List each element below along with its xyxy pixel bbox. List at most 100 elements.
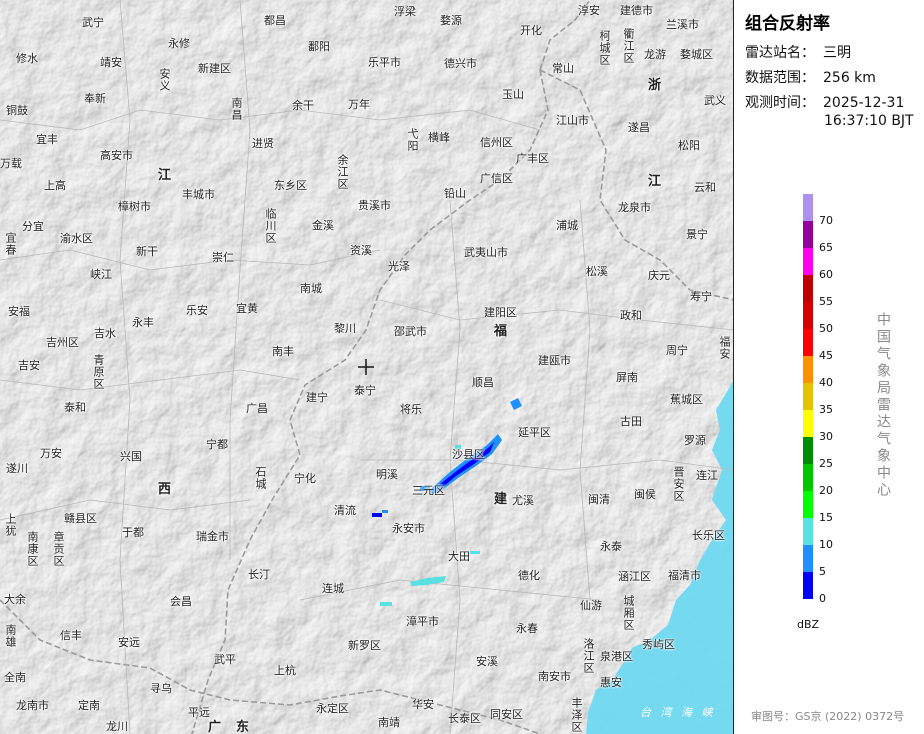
place-label: 德兴市 [444, 57, 477, 70]
place-label: 分宜 [22, 220, 44, 233]
place-label: 同安区 [490, 708, 523, 721]
place-label: 吉安 [18, 359, 40, 372]
place-label: 婺城区 [680, 48, 713, 61]
place-label: 樟树市 [118, 200, 151, 213]
place-label: 淳安 [578, 4, 600, 17]
place-label: 乐安 [186, 304, 208, 317]
province-label: 东 [236, 720, 250, 734]
place-label: 武夷山市 [464, 246, 508, 259]
legend-tick-label: 45 [819, 349, 833, 362]
info-panel: 组合反射率 雷达站名： 三明 数据范围： 256 km 观测时间： 2025-12-3… [735, 0, 924, 734]
place-label-vertical: 宜春 [4, 232, 17, 256]
province-label: 西 [158, 482, 172, 497]
place-label: 东乡区 [274, 179, 307, 192]
place-label: 华安 [412, 698, 434, 711]
place-label: 渝水区 [60, 232, 93, 245]
place-label-vertical: 南昌 [230, 97, 243, 121]
place-label: 周宁 [666, 344, 688, 357]
place-label-vertical: 晋安区 [672, 466, 685, 502]
place-label: 政和 [620, 309, 642, 322]
station-label: 雷达站名： [745, 45, 815, 61]
legend-swatch [803, 356, 813, 383]
place-label: 资溪 [350, 244, 372, 257]
place-label: 武宁 [82, 16, 104, 29]
legend-tick-label: 25 [819, 457, 833, 470]
place-label: 广昌 [246, 402, 268, 415]
place-label: 建瓯市 [538, 354, 571, 367]
place-label: 兰溪市 [666, 18, 699, 31]
legend-tick-label: 20 [819, 484, 833, 497]
place-label: 南靖 [378, 716, 400, 729]
place-label: 漳平市 [406, 615, 439, 628]
legend-swatch [803, 302, 813, 329]
place-label: 建宁 [306, 391, 328, 404]
time-label: 观测时间： [745, 95, 815, 111]
legend-swatch [803, 545, 813, 572]
place-label: 贵溪市 [358, 199, 391, 212]
place-label: 大田 [448, 550, 470, 563]
place-label: 上高 [44, 179, 66, 192]
place-label-vertical: 衢江区 [622, 28, 635, 64]
place-label: 黎川 [334, 322, 356, 335]
place-label-vertical: 南雄 [4, 624, 17, 648]
legend-tick-label: 55 [819, 295, 833, 308]
place-label: 遂昌 [628, 121, 650, 134]
place-label: 罗源 [684, 434, 706, 447]
place-label-vertical: 柯城区 [598, 30, 611, 66]
place-label: 万年 [348, 98, 370, 111]
place-label: 宜丰 [36, 133, 58, 146]
place-label-vertical: 南康区 [26, 531, 39, 567]
place-label: 庆元 [648, 269, 670, 282]
place-label: 奉新 [84, 92, 106, 105]
province-label: 建 [494, 492, 508, 507]
time-clock: 16:37:10 BJT [824, 113, 914, 129]
place-label: 崇仁 [212, 251, 234, 264]
place-label: 乐平市 [368, 56, 401, 69]
place-label: 连城 [322, 582, 344, 595]
place-label: 万载 [0, 157, 22, 170]
place-label: 秀屿区 [642, 638, 675, 651]
place-label: 长泰区 [448, 712, 481, 725]
place-label: 南城 [300, 282, 322, 295]
place-label: 江山市 [556, 114, 589, 127]
place-label: 玉山 [502, 88, 524, 101]
place-label: 新建区 [198, 62, 231, 75]
place-label: 浮梁 [394, 5, 416, 18]
place-label: 惠安 [600, 676, 622, 689]
legend-tick-label: 65 [819, 241, 833, 254]
legend-tick-label: 5 [819, 565, 826, 578]
place-label: 德化 [518, 569, 540, 582]
place-label: 永安市 [392, 522, 425, 535]
place-label: 涵江区 [618, 570, 651, 583]
place-label: 常山 [552, 62, 574, 75]
province-label: 浙 [648, 78, 662, 93]
legend-swatch [803, 329, 813, 356]
legend-swatch [803, 464, 813, 491]
place-label: 古田 [620, 415, 642, 428]
place-label: 松溪 [586, 265, 608, 278]
legend-tick-label: 60 [819, 268, 833, 281]
product-title: 组合反射率 [745, 14, 830, 34]
place-label: 龙川 [106, 720, 128, 733]
place-label: 铜鼓 [6, 104, 28, 117]
time-date: 2025-12-31 [823, 95, 905, 111]
time-row: 观测时间： 2025-12-31 [745, 92, 904, 112]
place-label: 武义 [704, 94, 726, 107]
legend-swatch [803, 437, 813, 464]
place-label: 于都 [122, 526, 144, 539]
place-label: 余干 [292, 99, 314, 112]
place-label-vertical: 石城 [254, 466, 267, 490]
place-label: 婺源 [440, 14, 462, 27]
range-label: 数据范围： [745, 70, 815, 86]
legend-tick-label: 0 [819, 592, 826, 605]
place-label: 南丰 [272, 345, 294, 358]
place-label: 永修 [168, 37, 190, 50]
place-label-vertical: 临川区 [264, 208, 277, 244]
radar-map[interactable]: 武宁 都昌 浮梁 婺源 开化 淳安 建德市 兰溪市 修水 永修 鄱阳 靖安 乐平市 德兴市 常山 龙游 婺城区新… [0, 0, 734, 734]
place-label: 永泰 [600, 540, 622, 553]
place-label: 云和 [694, 181, 716, 194]
place-label: 连江 [696, 469, 718, 482]
place-label: 建阳区 [484, 306, 517, 319]
place-label: 浦城 [556, 219, 578, 232]
province-label: 福 [494, 324, 508, 339]
